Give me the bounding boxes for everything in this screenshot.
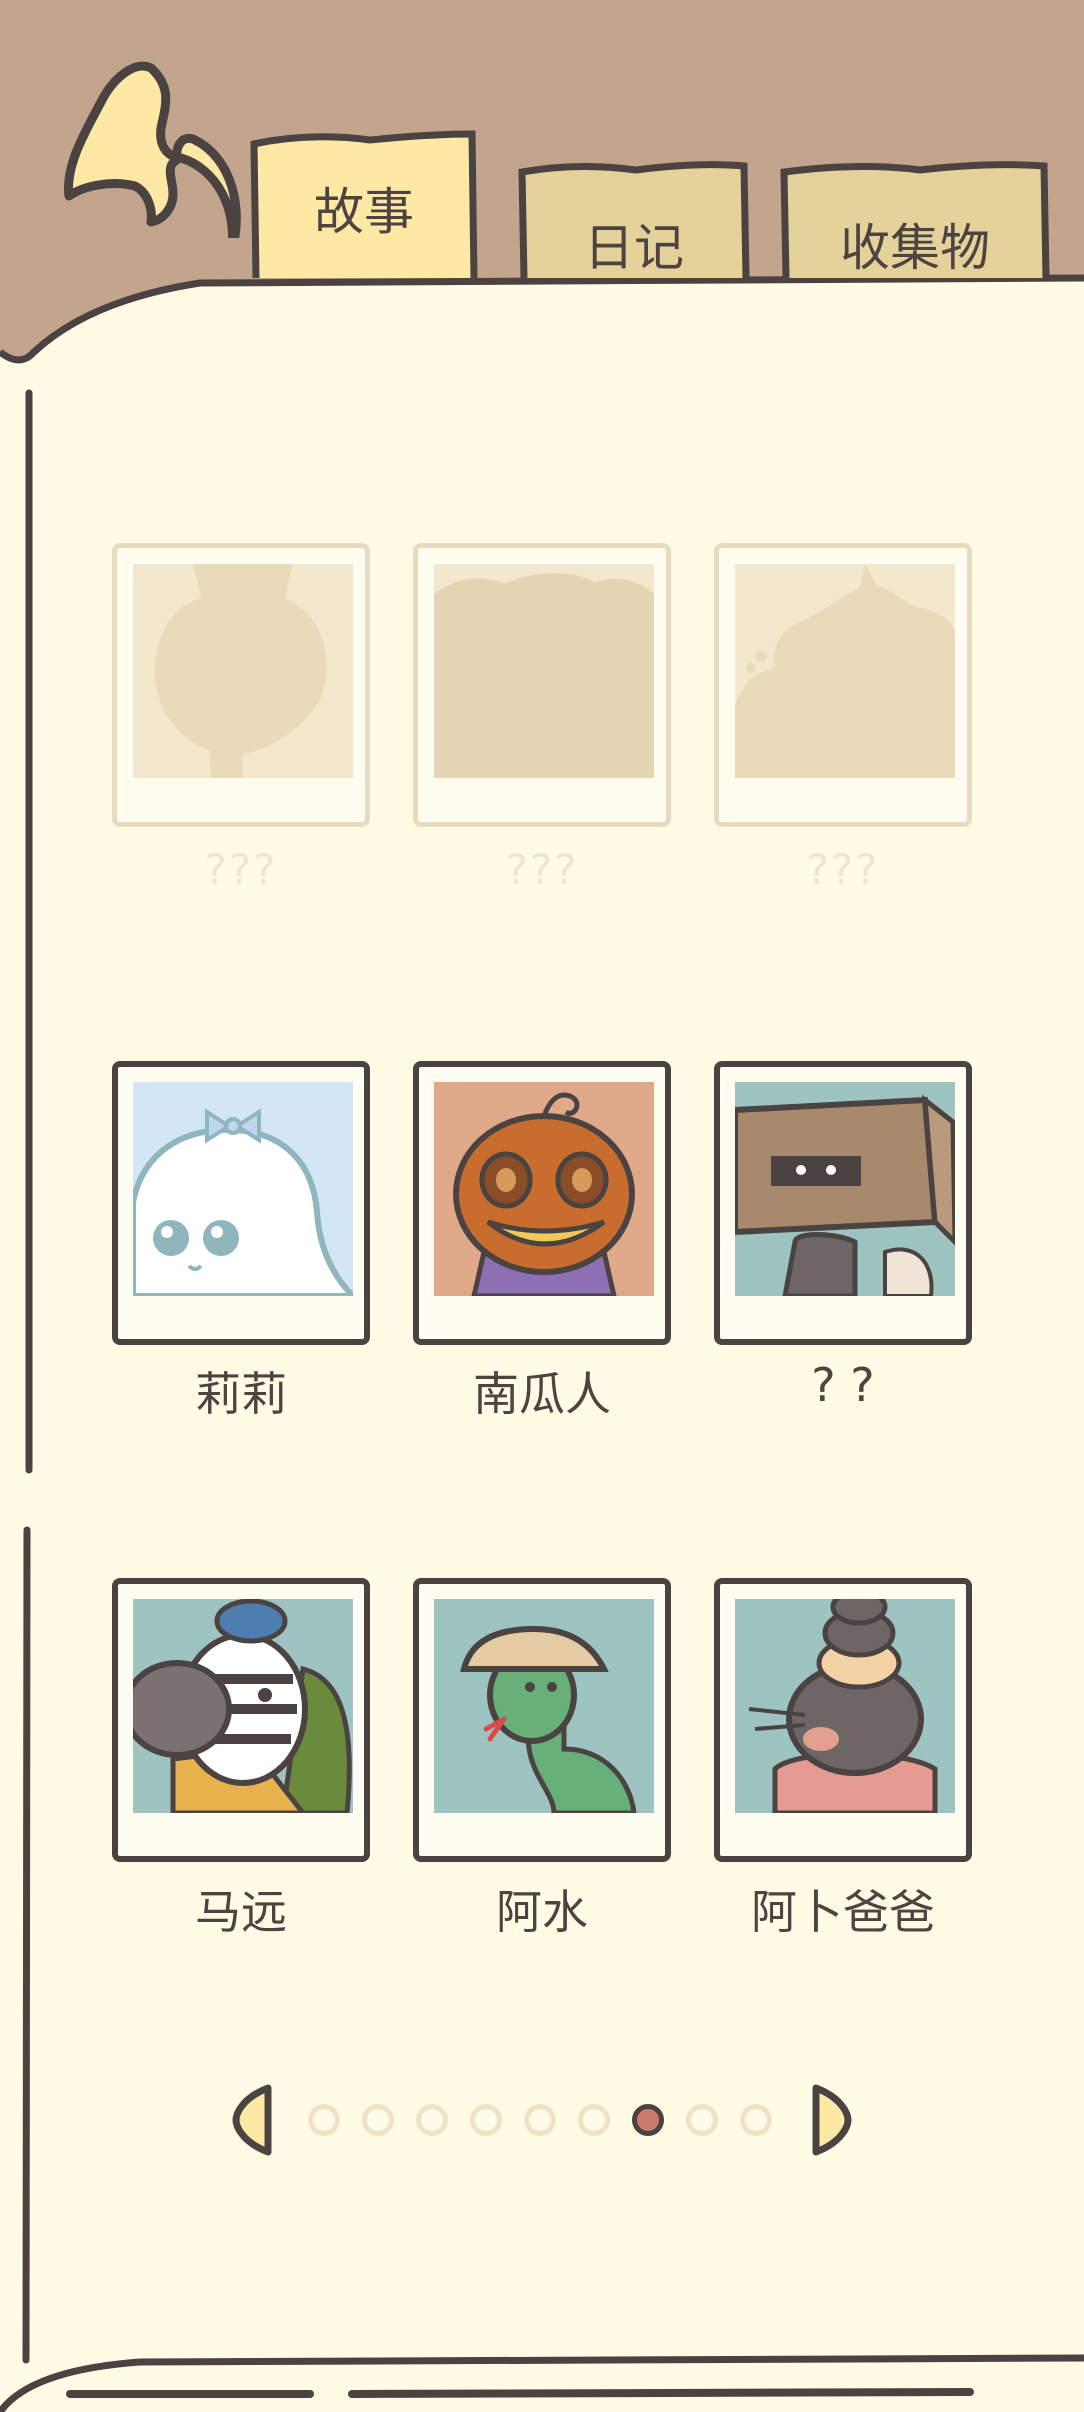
page-dot[interactable]: [470, 2104, 502, 2136]
arrow-right-icon: [812, 2084, 852, 2156]
mole-portrait: [735, 1599, 955, 1813]
character-card[interactable]: [714, 543, 972, 827]
character-name: ???: [505, 845, 579, 894]
page-dot[interactable]: [416, 2104, 448, 2136]
tab-diary-label: 日记: [584, 219, 684, 277]
silhouette-3: [735, 564, 955, 778]
character-card[interactable]: [714, 1061, 972, 1345]
tab-story[interactable]: 故事: [250, 128, 478, 280]
character-name: 南瓜人: [473, 1367, 611, 1421]
page-dot[interactable]: [740, 2104, 772, 2136]
silhouette-2: [434, 564, 654, 778]
tab-story-label: 故事: [314, 183, 414, 241]
tab-collection[interactable]: 收集物: [780, 158, 1050, 280]
back-button[interactable]: [55, 58, 245, 238]
snake-portrait: [434, 1599, 654, 1813]
arrow-left-icon: [232, 2084, 272, 2156]
character-name: 马远: [195, 1885, 287, 1939]
character-card[interactable]: [413, 1061, 671, 1345]
pumpkin-portrait: [434, 1082, 654, 1296]
character-card[interactable]: [112, 1578, 370, 1862]
zebra-portrait: [133, 1599, 353, 1813]
page-dot[interactable]: [524, 2104, 556, 2136]
silhouette-1: [133, 564, 353, 778]
page-dot[interactable]: [308, 2104, 340, 2136]
character-name: 阿水: [496, 1885, 588, 1939]
character-card[interactable]: [413, 1578, 671, 1862]
character-card[interactable]: [112, 543, 370, 827]
character-card[interactable]: [714, 1578, 972, 1862]
tab-collection-label: 收集物: [840, 219, 990, 277]
character-card[interactable]: [413, 543, 671, 827]
box-portrait: [735, 1082, 955, 1296]
page-dot-active[interactable]: [632, 2104, 664, 2136]
prev-page-button[interactable]: [232, 2084, 276, 2156]
next-page-button[interactable]: [808, 2084, 852, 2156]
page-dot[interactable]: [578, 2104, 610, 2136]
character-name: ???: [806, 845, 880, 894]
character-card[interactable]: [112, 1061, 370, 1345]
character-name: ? ?: [811, 1358, 875, 1412]
character-name: 莉莉: [195, 1367, 287, 1421]
character-name: ???: [204, 845, 278, 894]
character-name: 阿卜爸爸: [751, 1885, 935, 1939]
page-dot[interactable]: [362, 2104, 394, 2136]
page-dot[interactable]: [686, 2104, 718, 2136]
tab-diary[interactable]: 日记: [518, 158, 750, 280]
ghost-portrait: [133, 1082, 353, 1296]
back-arrow-icon: [63, 61, 241, 238]
